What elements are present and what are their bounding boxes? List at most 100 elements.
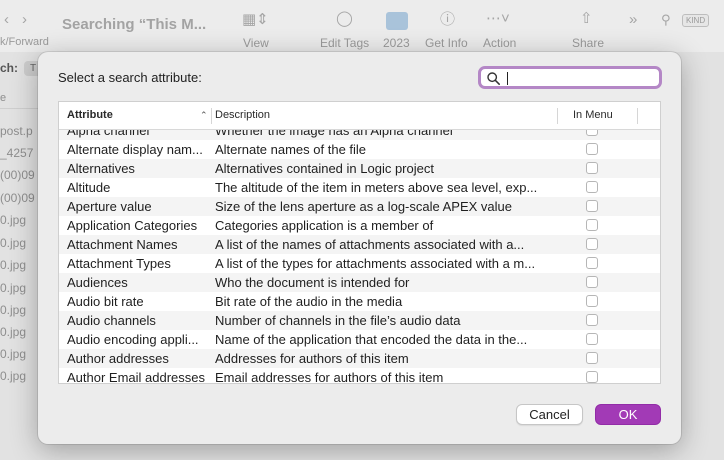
kind-token[interactable]: KIND	[682, 14, 710, 27]
attribute-cell: Alpha channel	[67, 130, 150, 138]
sort-ascending-icon[interactable]: ⌃	[200, 110, 208, 121]
table-row[interactable]: Author Email addresses Email addresses f…	[59, 368, 660, 384]
table-row[interactable]: Alternate display nam... Alternate names…	[59, 140, 660, 159]
toolbar-action-label: Action	[483, 36, 517, 50]
column-divider[interactable]	[211, 108, 212, 124]
toolbar-view-label: View	[243, 36, 269, 50]
view-icon[interactable]: ▦⇕	[242, 12, 269, 28]
description-cell: Categories application is a member of	[215, 218, 434, 233]
in-menu-checkbox[interactable]	[586, 200, 598, 212]
table-body: Alpha channel Whether the image has an A…	[59, 130, 660, 384]
description-cell: A list of the names of attachments assoc…	[215, 237, 525, 252]
toolbar-share-label: Share	[572, 36, 605, 50]
table-row[interactable]: Attachment Types A list of the types for…	[59, 254, 660, 273]
table-row[interactable]: Application Categories Categories applic…	[59, 216, 660, 235]
column-divider[interactable]	[637, 108, 638, 124]
description-cell: Who the document is intended for	[215, 275, 410, 290]
toolbar-edit-tags-label: Edit Tags	[320, 36, 370, 50]
in-menu-checkbox[interactable]	[586, 238, 598, 250]
description-column-header[interactable]: Description	[215, 109, 270, 121]
share-icon[interactable]: ⇧	[580, 11, 593, 27]
table-header: Attribute ⌃ Description In Menu	[59, 102, 660, 130]
file-item[interactable]: post.p	[0, 124, 33, 138]
search-icon	[487, 72, 500, 85]
table-row[interactable]: Alpha channel Whether the image has an A…	[59, 130, 660, 140]
tag-icon[interactable]: ◯	[336, 11, 353, 27]
in-menu-checkbox[interactable]	[586, 371, 598, 383]
attribute-cell: Attachment Types	[67, 256, 171, 271]
attribute-search-input[interactable]	[505, 70, 655, 86]
attribute-cell: Aperture value	[67, 199, 152, 214]
in-menu-checkbox[interactable]	[586, 181, 598, 193]
in-menu-checkbox[interactable]	[586, 130, 598, 136]
table-row[interactable]: Alternatives Alternatives contained in L…	[59, 159, 660, 178]
in-menu-checkbox[interactable]	[586, 333, 598, 345]
description-cell: Addresses for authors of this item	[215, 351, 409, 366]
in-menu-checkbox[interactable]	[586, 162, 598, 174]
column-divider[interactable]	[557, 108, 558, 124]
table-row[interactable]: Audio channels Number of channels in the…	[59, 311, 660, 330]
in-menu-checkbox[interactable]	[586, 314, 598, 326]
back-forward-label: k/Forward	[0, 36, 49, 48]
attribute-column-header[interactable]: Attribute	[67, 109, 113, 121]
file-item[interactable]: (00)09	[0, 191, 35, 205]
info-icon[interactable]: ⓘ	[440, 12, 455, 28]
file-item[interactable]: 0.jpg	[0, 236, 26, 250]
description-cell: Alternatives contained in Logic project	[215, 161, 434, 176]
in-menu-checkbox[interactable]	[586, 143, 598, 155]
file-item[interactable]: 0.jpg	[0, 213, 26, 227]
description-cell: Number of channels in the file’s audio d…	[215, 313, 461, 328]
attribute-cell: Audio bit rate	[67, 294, 144, 309]
in-menu-checkbox[interactable]	[586, 295, 598, 307]
file-item[interactable]: _4257	[0, 146, 33, 160]
file-item[interactable]: 0.jpg	[0, 281, 26, 295]
back-icon[interactable]: ‹	[4, 12, 9, 28]
search-scope-label: ch:	[0, 61, 18, 75]
file-item[interactable]: 0.jpg	[0, 303, 26, 317]
folder-icon[interactable]	[386, 12, 408, 30]
description-cell: The altitude of the item in meters above…	[215, 180, 538, 195]
file-item[interactable]: 0.jpg	[0, 325, 26, 339]
attribute-cell: Application Categories	[67, 218, 198, 233]
more-chevron-icon[interactable]: »	[629, 12, 637, 28]
in-menu-checkbox[interactable]	[586, 276, 598, 288]
in-menu-checkbox[interactable]	[586, 257, 598, 269]
attribute-cell: Altitude	[67, 180, 111, 195]
table-row[interactable]: Altitude The altitude of the item in met…	[59, 178, 660, 197]
attribute-cell: Audio encoding appli...	[67, 332, 199, 347]
attribute-cell: Author addresses	[67, 351, 169, 366]
column-header-fragment: e	[0, 92, 7, 104]
description-cell: Name of the application that encoded the…	[215, 332, 528, 347]
table-row[interactable]: Attachment Names A list of the names of …	[59, 235, 660, 254]
in-menu-column-header[interactable]: In Menu	[573, 109, 613, 121]
window-title: Searching “This M...	[62, 16, 207, 33]
attribute-cell: Author Email addresses	[67, 370, 206, 384]
action-icon[interactable]: ⋯˅	[486, 11, 510, 27]
table-row[interactable]: Author addresses Addresses for authors o…	[59, 349, 660, 368]
toolbar-get-info-label: Get Info	[425, 36, 468, 50]
attribute-cell: Audiences	[67, 275, 128, 290]
column-divider	[0, 108, 40, 109]
attribute-cell: Audio channels	[67, 313, 156, 328]
cancel-button[interactable]: Cancel	[516, 404, 583, 425]
file-item[interactable]: 0.jpg	[0, 347, 26, 361]
file-item[interactable]: 0.jpg	[0, 369, 26, 383]
attribute-search-field[interactable]	[478, 66, 662, 89]
attribute-cell: Alternatives	[67, 161, 135, 176]
dialog-prompt: Select a search attribute:	[58, 70, 202, 85]
toolbar-search-icon[interactable]: ⚲	[661, 12, 671, 28]
select-attribute-dialog: Select a search attribute: Attribute ⌃ D…	[38, 52, 681, 444]
file-item[interactable]: 0.jpg	[0, 258, 26, 272]
in-menu-checkbox[interactable]	[586, 219, 598, 231]
forward-icon[interactable]: ›	[22, 12, 27, 28]
table-row[interactable]: Audiences Who the document is intended f…	[59, 273, 660, 292]
table-row[interactable]: Audio bit rate Bit rate of the audio in …	[59, 292, 660, 311]
toolbar-folder-label: 2023	[383, 36, 410, 50]
file-item[interactable]: (00)09	[0, 168, 35, 182]
description-cell: Email addresses for authors of this item	[215, 370, 444, 384]
table-row[interactable]: Audio encoding appli... Name of the appl…	[59, 330, 660, 349]
table-row[interactable]: Aperture value Size of the lens aperture…	[59, 197, 660, 216]
description-cell: Alternate names of the file	[215, 142, 367, 157]
ok-button[interactable]: OK	[595, 404, 661, 425]
in-menu-checkbox[interactable]	[586, 352, 598, 364]
